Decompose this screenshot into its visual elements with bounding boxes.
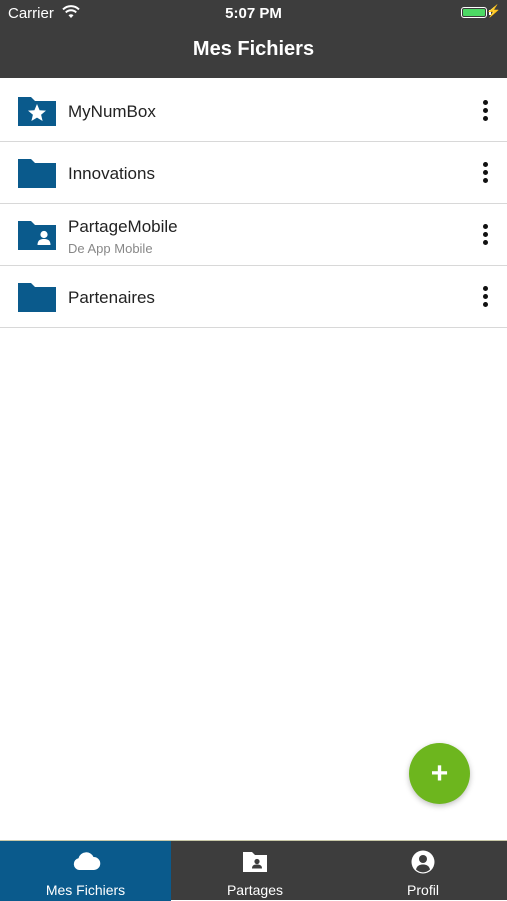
folder-subtitle: De App Mobile (68, 241, 153, 256)
folder-icon (16, 156, 58, 190)
tab-label: Partages (226, 882, 284, 898)
tab-bar: Mes Fichiers Partages Profil (0, 840, 507, 901)
folder-icon (16, 280, 58, 314)
more-options-icon[interactable] (479, 162, 491, 184)
list-item-mynumbox[interactable]: MyNumBox (0, 80, 507, 142)
list-item-innovations[interactable]: Innovations (0, 142, 507, 204)
tab-label: Mes Fichiers (45, 882, 126, 898)
tab-partages[interactable]: Partages (171, 841, 339, 901)
folder-name: MyNumBox (68, 102, 156, 121)
list-item-partenaires[interactable]: Partenaires (0, 266, 507, 328)
folder-shared-user-icon (16, 218, 58, 252)
more-options-icon[interactable] (479, 224, 491, 246)
shared-folder-icon (240, 849, 270, 875)
folder-name: Innovations (68, 164, 155, 183)
folder-list: MyNumBox Innovations PartageMobile De Ap… (0, 80, 507, 328)
add-button[interactable]: + (409, 743, 470, 804)
cloud-icon (71, 849, 101, 875)
more-options-icon[interactable] (479, 100, 491, 122)
charging-icon: ⚡ (486, 4, 501, 18)
tab-label: Profil (407, 882, 439, 898)
folder-name: PartageMobile (68, 217, 178, 236)
folder-name: Partenaires (68, 288, 155, 307)
status-time: 5:07 PM (225, 5, 282, 22)
tab-profil[interactable]: Profil (339, 841, 507, 901)
status-bar: Carrier 5:07 PM ⚡ (0, 0, 507, 26)
list-item-partagemobile[interactable]: PartageMobile De App Mobile (0, 204, 507, 266)
battery-icon (461, 7, 487, 18)
tab-mes-fichiers[interactable]: Mes Fichiers (0, 841, 171, 901)
profile-icon (408, 849, 438, 875)
folder-star-icon (16, 94, 58, 128)
top-bar: Carrier 5:07 PM ⚡ Mes Fichiers (0, 0, 507, 78)
more-options-icon[interactable] (479, 286, 491, 308)
plus-icon: + (430, 757, 449, 790)
page-title: Mes Fichiers (192, 38, 315, 60)
